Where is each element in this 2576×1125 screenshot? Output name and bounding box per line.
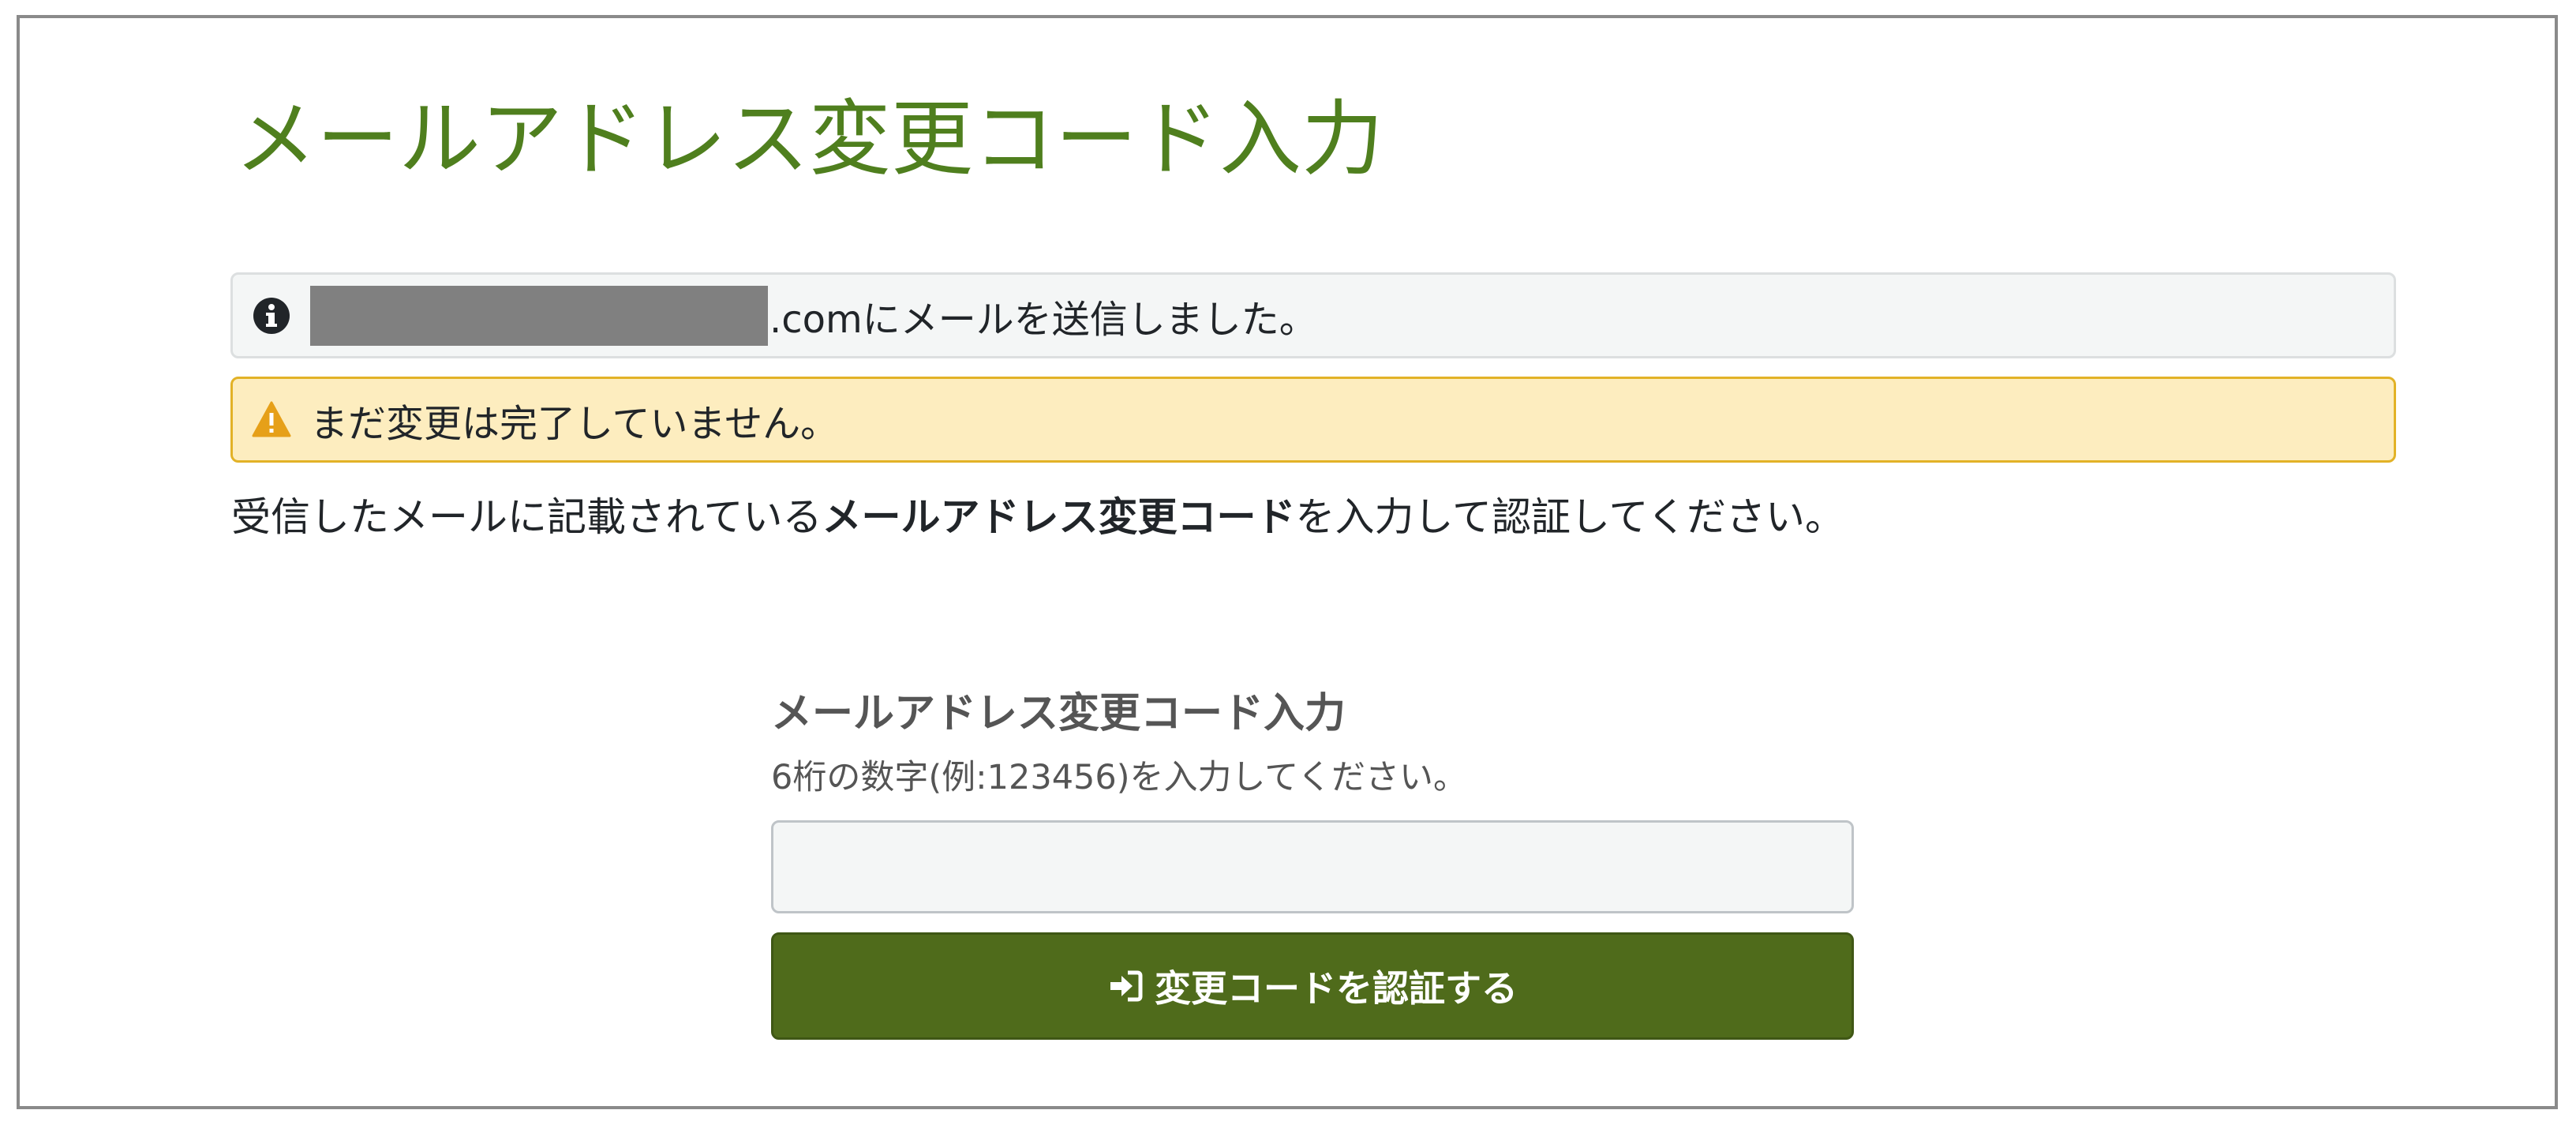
sign-in-icon [1110,970,1143,1002]
info-alert-text: .comにメールを送信しました。 [769,297,1317,342]
page-title: メールアドレス変更コード入力 [234,91,1384,187]
info-alert: .comにメールを送信しました。 [230,272,2396,358]
redacted-email [310,285,768,346]
verify-code-button[interactable]: 変更コードを認証する [771,932,1854,1040]
warning-alert: まだ変更は完了していません。 [230,377,2396,463]
instruction-prefix: 受信したメールに記載されている [231,494,822,540]
instruction-bold: メールアドレス変更コード [822,494,1296,540]
code-field-hint: 6桁の数字(例:123456)を入力してください。 [771,758,1467,797]
code-field-label: メールアドレス変更コード入力 [771,690,1346,737]
code-form: メールアドレス変更コード入力 6桁の数字(例:123456)を入力してください。… [771,686,1854,1040]
info-circle-icon [253,297,290,334]
instruction-suffix: を入力して認証してください。 [1295,494,1845,540]
page-frame: メールアドレス変更コード入力 .comにメールを送信しました。 まだ変更は完了し… [17,15,2558,1109]
code-input[interactable] [771,820,1854,913]
verify-code-button-label: 変更コードを認証する [1155,967,1518,1010]
warning-alert-text: まだ変更は完了していません。 [310,401,839,446]
warning-triangle-icon [252,401,291,437]
instruction-text: 受信したメールに記載されているメールアドレス変更コードを入力して認証してください… [231,489,1844,546]
